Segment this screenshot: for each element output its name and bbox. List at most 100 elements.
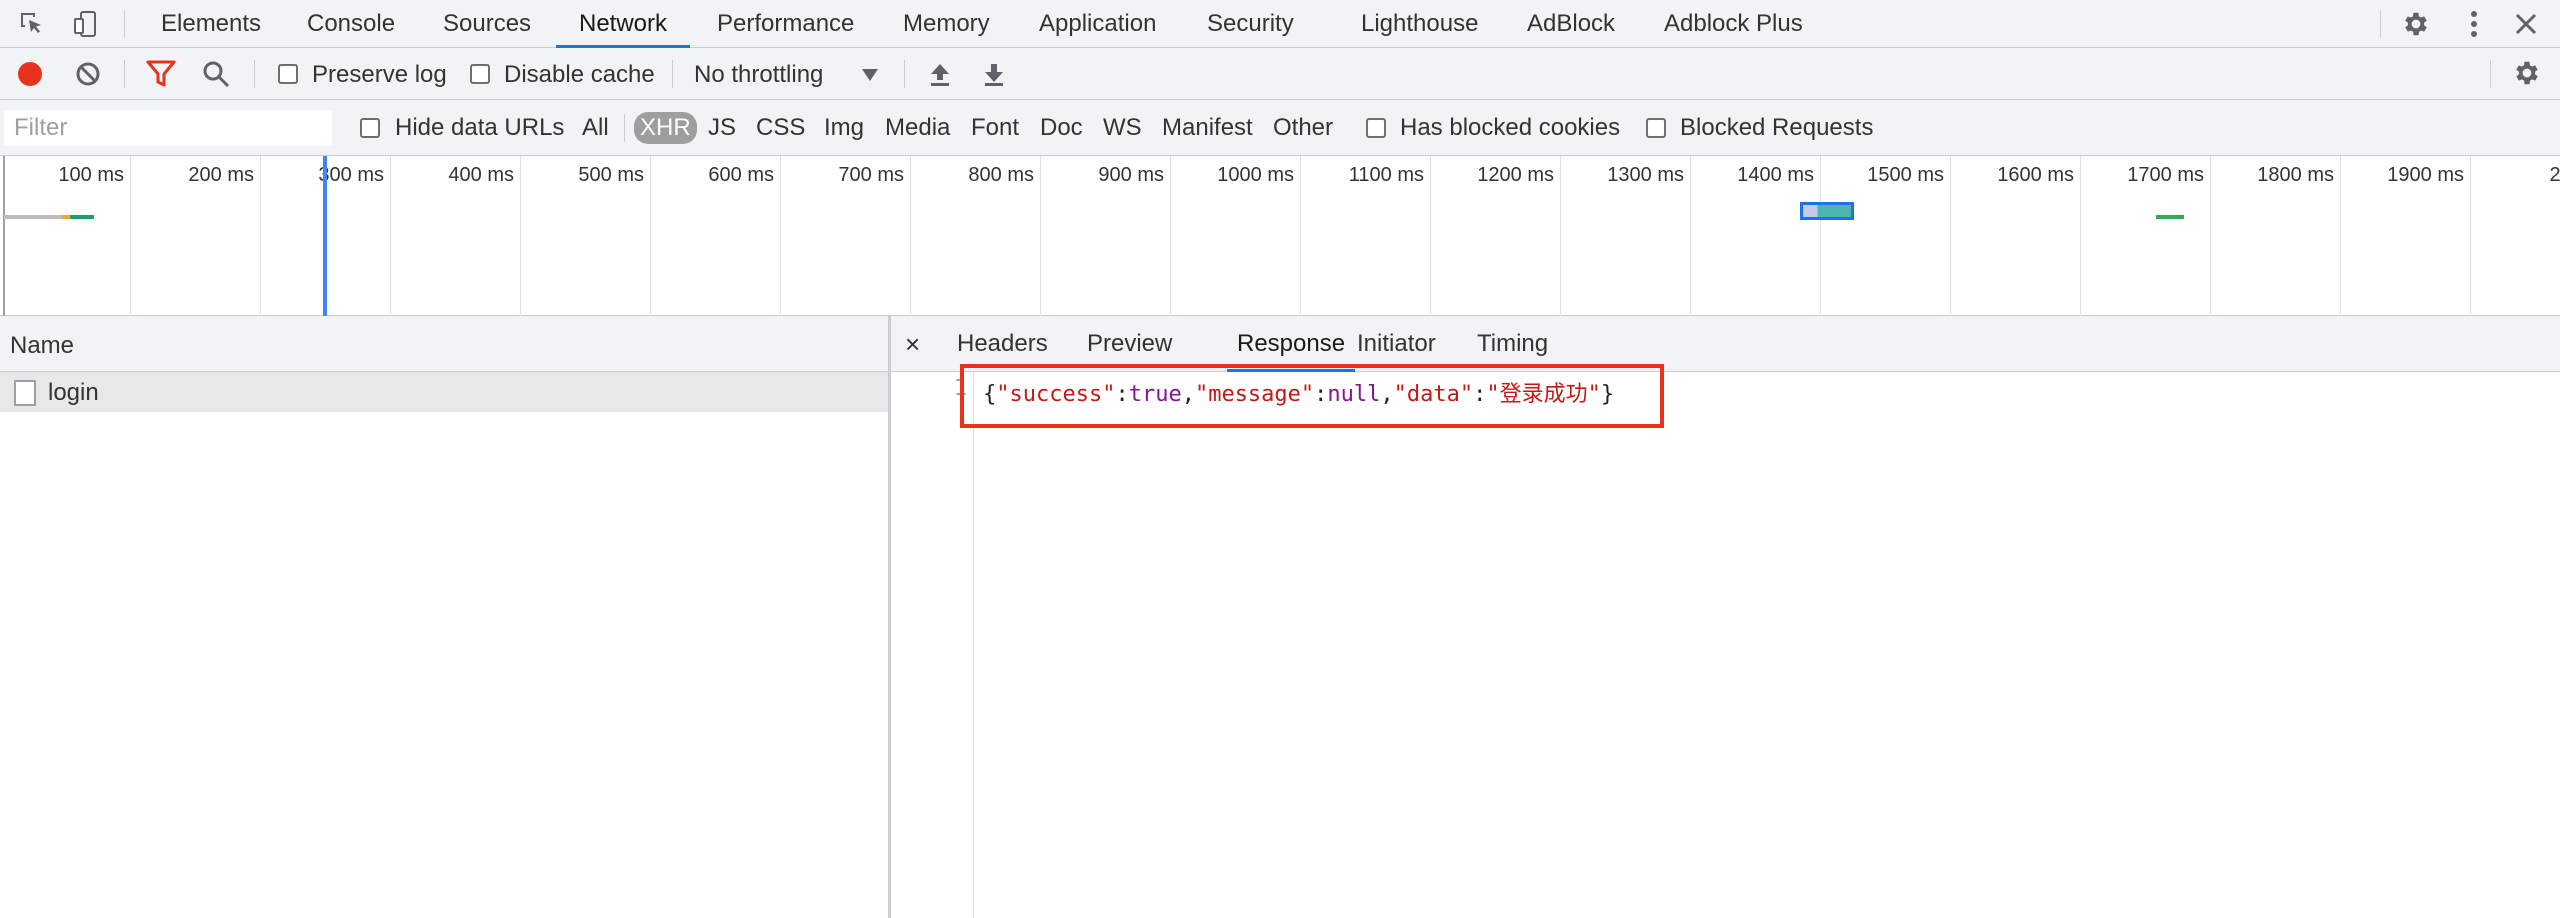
separator — [672, 60, 673, 88]
network-toolbar: Preserve log Disable cache No throttling — [0, 48, 2560, 100]
disable-cache-label: Disable cache — [504, 61, 655, 88]
name-column-label: Name — [10, 332, 75, 359]
separator — [254, 60, 255, 88]
selected-request-bar — [1800, 202, 1854, 220]
filter-input[interactable] — [4, 110, 332, 146]
tab-network[interactable]: Network — [556, 0, 691, 48]
timeline-grid-line — [910, 156, 911, 316]
tab-security[interactable]: Security — [1207, 0, 1294, 48]
has-blocked-cookies-label: Has blocked cookies — [1400, 114, 1621, 141]
line-gutter: 1 — [891, 372, 974, 918]
hide-data-urls-label: Hide data URLs — [395, 114, 565, 141]
timeline-grid-line — [2080, 156, 2081, 316]
filter-type-media[interactable]: Media — [885, 114, 950, 142]
timeline-grid-line — [780, 156, 781, 316]
timeline-tick-label: 500 ms — [578, 164, 644, 186]
gear-icon[interactable] — [2400, 8, 2432, 40]
table-row[interactable]: login — [0, 372, 888, 412]
record-icon[interactable] — [18, 62, 42, 86]
device-toggle-icon[interactable] — [70, 8, 102, 40]
export-har-icon[interactable] — [982, 60, 1006, 93]
tab-lighthouse[interactable]: Lighthouse — [1361, 0, 1478, 48]
timeline-tick-label: 2000 — [2549, 164, 2560, 186]
filter-type-ws[interactable]: WS — [1103, 114, 1142, 142]
filter-type-js[interactable]: JS — [708, 114, 736, 142]
timeline-tick-label: 900 ms — [1098, 164, 1164, 186]
network-settings-gear-icon[interactable] — [2512, 58, 2542, 93]
request-bar — [62, 215, 70, 219]
filter-type-all[interactable]: All — [582, 114, 609, 142]
annotation-highlight-box — [960, 364, 1664, 428]
filter-type-img[interactable]: Img — [824, 114, 864, 142]
timeline-grid-line — [1950, 156, 1951, 316]
preserve-log-label: Preserve log — [312, 61, 447, 88]
hide-data-urls-checkbox[interactable] — [360, 118, 380, 138]
separator — [124, 60, 125, 88]
filter-type-css[interactable]: CSS — [756, 114, 805, 142]
timeline-grid-line — [1040, 156, 1041, 316]
filter-type-manifest[interactable]: Manifest — [1162, 114, 1253, 142]
clear-icon[interactable] — [74, 60, 102, 93]
close-detail-icon[interactable]: × — [905, 316, 920, 372]
close-devtools-icon[interactable] — [2510, 8, 2542, 40]
separator — [624, 114, 625, 142]
timeline-tick-label: 1200 ms — [1477, 164, 1554, 186]
timeline-tick-label: 1300 ms — [1607, 164, 1684, 186]
request-list: login — [0, 372, 888, 918]
filter-type-other[interactable]: Other — [1273, 114, 1333, 142]
filter-type-font[interactable]: Font — [971, 114, 1019, 142]
tab-sources[interactable]: Sources — [443, 0, 531, 48]
response-viewer[interactable]: 1 {"success":true,"message":null,"data":… — [891, 372, 2560, 918]
tab-application[interactable]: Application — [1039, 0, 1156, 48]
tab-memory[interactable]: Memory — [903, 0, 990, 48]
separator — [2490, 60, 2491, 88]
timeline-tick-label: 1000 ms — [1217, 164, 1294, 186]
tab-console[interactable]: Console — [307, 0, 395, 48]
more-options-icon[interactable] — [2458, 8, 2490, 40]
timeline-grid-line — [1820, 156, 1821, 316]
timeline-grid-line — [2340, 156, 2341, 316]
timeline-grid-line — [1170, 156, 1171, 316]
timeline-tick-label: 1600 ms — [1997, 164, 2074, 186]
devtools-tab-bar: Elements Console Sources Network Perform… — [0, 0, 2560, 48]
separator — [904, 60, 905, 88]
import-har-icon[interactable] — [928, 60, 952, 93]
timeline-grid-line — [390, 156, 391, 316]
tab-adblock-plus[interactable]: Adblock Plus — [1664, 0, 1803, 48]
throttling-select[interactable]: No throttling — [694, 61, 823, 89]
tab-performance[interactable]: Performance — [717, 0, 854, 48]
tab-elements[interactable]: Elements — [161, 0, 261, 48]
search-icon[interactable] — [202, 60, 230, 93]
timeline-tick-label: 1400 ms — [1737, 164, 1814, 186]
timeline-tick-label: 600 ms — [708, 164, 774, 186]
has-blocked-cookies-checkbox[interactable] — [1366, 118, 1386, 138]
filter-type-xhr[interactable]: XHR — [634, 112, 697, 144]
timeline-grid-line — [2470, 156, 2471, 316]
separator — [124, 10, 125, 38]
request-bar — [4, 215, 62, 219]
blocked-requests-checkbox[interactable] — [1646, 118, 1666, 138]
name-column-header[interactable]: Name — [0, 316, 888, 372]
timeline-grid-line — [1560, 156, 1561, 316]
separator — [2380, 10, 2381, 38]
timeline-grid-line — [2210, 156, 2211, 316]
timeline-grid-line — [1430, 156, 1431, 316]
timeline-tick-label: 1800 ms — [2257, 164, 2334, 186]
disable-cache-checkbox[interactable] — [470, 64, 490, 84]
document-icon — [14, 380, 36, 406]
filter-icon[interactable] — [146, 60, 176, 93]
inspect-element-icon[interactable] — [16, 8, 48, 40]
timeline-tick-label: 1900 ms — [2387, 164, 2464, 186]
tab-adblock[interactable]: AdBlock — [1527, 0, 1615, 48]
timeline-grid-line — [260, 156, 261, 316]
timeline-tick-label: 1100 ms — [1348, 164, 1424, 186]
timeline-tick-label: 800 ms — [968, 164, 1034, 186]
timeline-overview[interactable]: 100 ms 200 ms 300 ms 400 ms 500 ms 600 ms 700 … — [0, 156, 2560, 316]
filter-type-doc[interactable]: Doc — [1040, 114, 1083, 142]
request-name: login — [48, 379, 99, 406]
timeline-tick-label: 700 ms — [838, 164, 904, 186]
timeline-tick-label: 100 ms — [58, 164, 124, 186]
blocked-requests-label: Blocked Requests — [1680, 114, 1874, 141]
preserve-log-checkbox[interactable] — [278, 64, 298, 84]
timeline-tick-label: 1500 ms — [1867, 164, 1944, 186]
